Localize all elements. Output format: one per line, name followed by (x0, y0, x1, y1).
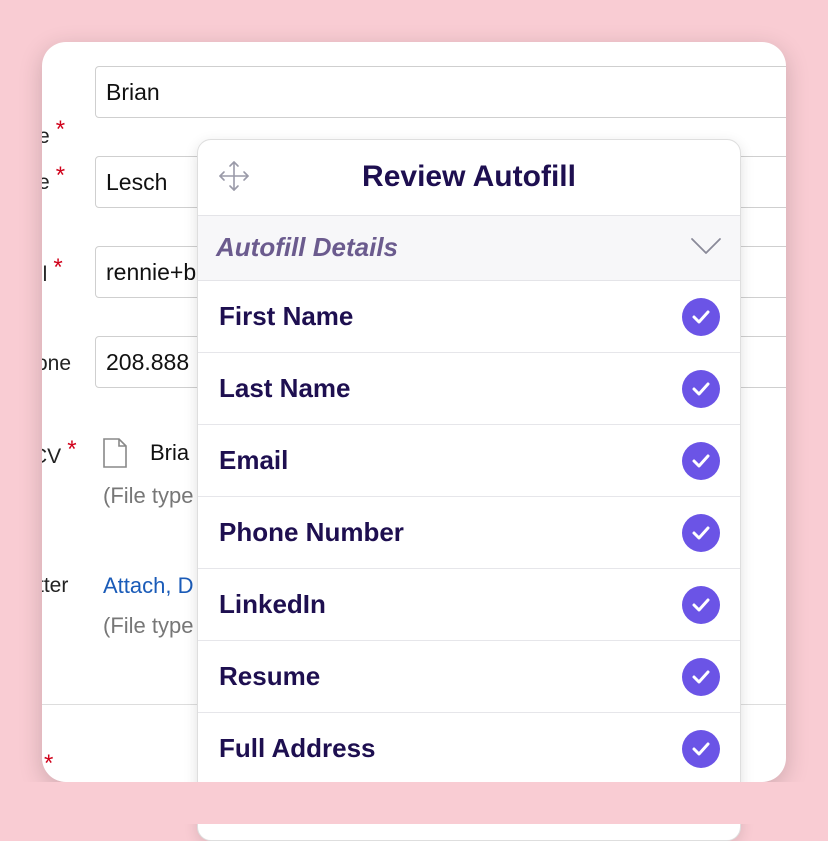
cover-letter-hint: (File type (103, 613, 194, 638)
autofill-item-full-address[interactable]: Full Address (198, 713, 740, 785)
item-label: Resume (219, 661, 321, 691)
cv-label-text: CV (42, 445, 62, 468)
item-label: First Name (219, 301, 354, 331)
required-mark: * (44, 750, 54, 777)
first-name-value: Brian (106, 78, 160, 105)
required-mark: * (53, 254, 63, 281)
check-circle-icon[interactable] (682, 370, 720, 408)
cover-letter-label-text: tter (42, 574, 69, 597)
autofill-item-linkedin[interactable]: LinkedIn (198, 569, 740, 641)
autofill-item-resume[interactable]: Resume (198, 641, 740, 713)
chevron-down-icon (691, 238, 721, 254)
phone-label: one (42, 352, 71, 376)
autofill-item-first-name[interactable]: First Name (198, 281, 740, 353)
attach-cover-letter-link[interactable]: Attach, D (103, 573, 193, 599)
first-name-label-text: e (42, 125, 50, 148)
cover-letter-label: tter (42, 574, 68, 598)
email-label: il* (42, 254, 63, 288)
last-name-label: e * (42, 162, 65, 196)
review-autofill-panel: Review Autofill Autofill Details First N… (197, 139, 741, 841)
cv-label: CV* (42, 436, 77, 470)
autofill-details-toggle[interactable]: Autofill Details (198, 216, 740, 281)
item-label: Phone Number (219, 517, 404, 547)
phone-label-text: one (42, 352, 72, 375)
autofill-item-list: First Name Last Name Email Phone Number … (198, 281, 740, 785)
required-mark: * (55, 116, 66, 143)
item-label: Last Name (219, 373, 351, 403)
cv-file[interactable]: Bria (102, 438, 189, 468)
panel-header: Review Autofill (198, 140, 740, 216)
last-name-value: Lesch (106, 168, 168, 195)
check-circle-icon[interactable] (682, 730, 720, 768)
email-label-text: il (42, 263, 48, 286)
check-circle-icon[interactable] (682, 442, 720, 480)
check-circle-icon[interactable] (682, 298, 720, 336)
required-mark: * (55, 162, 66, 189)
cv-file-hint: (File type (103, 483, 194, 508)
page-background-strip (0, 782, 828, 824)
first-name-input[interactable]: Brian (95, 66, 786, 118)
check-circle-icon[interactable] (682, 514, 720, 552)
phone-value: 208.888 (106, 348, 190, 375)
last-name-label-text: e (42, 171, 50, 194)
required-mark: * (67, 436, 77, 463)
cv-file-name: Bria (150, 440, 190, 465)
check-circle-icon[interactable] (682, 586, 720, 624)
first-name-label: e * (42, 116, 65, 150)
autofill-item-last-name[interactable]: Last Name (198, 353, 740, 425)
check-circle-icon[interactable] (682, 658, 720, 696)
next-field-label: * (42, 750, 53, 782)
item-label: LinkedIn (219, 589, 326, 619)
item-label: Full Address (219, 733, 376, 763)
panel-title: Review Autofill (362, 160, 576, 193)
section-title: Autofill Details (216, 232, 399, 262)
autofill-item-phone-number[interactable]: Phone Number (198, 497, 740, 569)
autofill-item-email[interactable]: Email (198, 425, 740, 497)
document-icon (103, 438, 127, 468)
item-label: Email (219, 445, 289, 475)
email-value: rennie+b (106, 258, 197, 285)
